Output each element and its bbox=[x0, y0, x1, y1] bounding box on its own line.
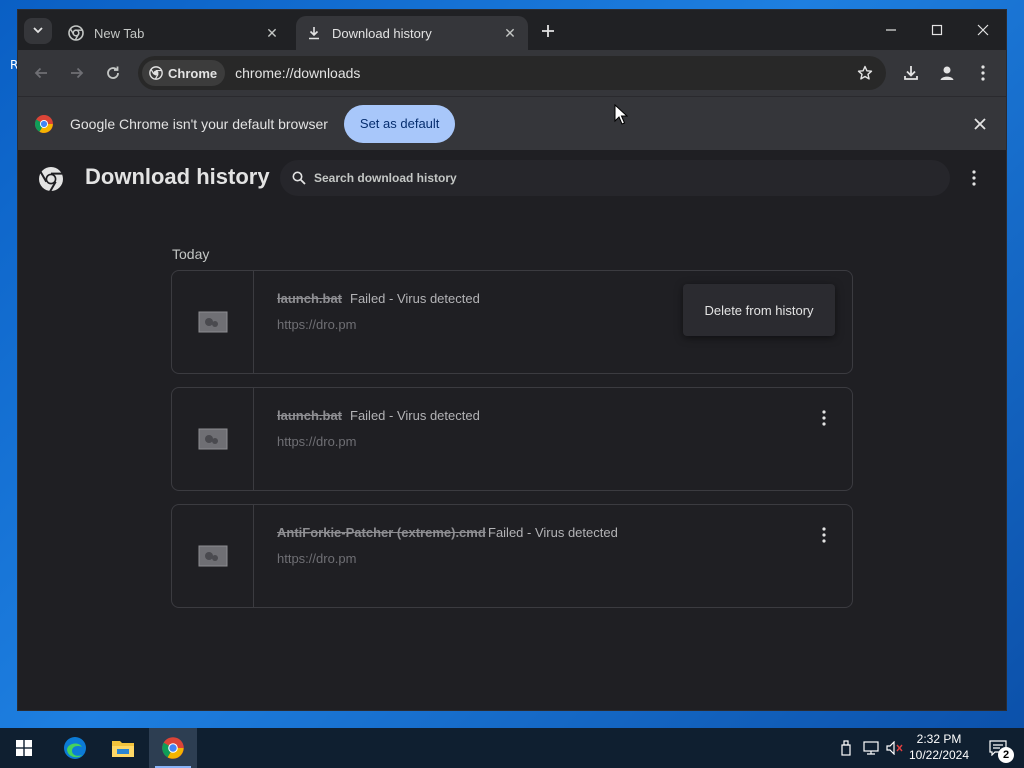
downloads-button[interactable] bbox=[896, 58, 926, 88]
file-thumbnail bbox=[172, 505, 254, 607]
download-source-url[interactable]: https://dro.pm bbox=[277, 317, 356, 332]
search-input[interactable] bbox=[314, 171, 914, 185]
context-menu: Delete from history bbox=[683, 284, 835, 336]
more-vert-icon bbox=[822, 527, 826, 543]
search-icon bbox=[290, 169, 308, 187]
download-status: Failed - Virus detected bbox=[350, 291, 480, 306]
default-browser-infobar: Google Chrome isn't your default browser… bbox=[18, 96, 1006, 150]
download-source-url[interactable]: https://dro.pm bbox=[277, 551, 356, 566]
generic-file-icon bbox=[198, 311, 227, 333]
close-icon bbox=[977, 24, 989, 36]
generic-file-icon bbox=[198, 428, 227, 450]
file-thumbnail bbox=[172, 388, 254, 490]
maximize-icon bbox=[931, 24, 943, 36]
search-bar[interactable] bbox=[280, 160, 950, 196]
folder-icon bbox=[112, 741, 134, 757]
close-window-button[interactable] bbox=[960, 10, 1006, 50]
tab-strip: New Tab ✕ Download history ✕ bbox=[18, 10, 1006, 50]
download-source-url[interactable]: https://dro.pm bbox=[277, 434, 356, 449]
volume-muted-tray-icon[interactable] bbox=[884, 728, 906, 768]
download-item: AntiForkie-Patcher (extreme).cmd Failed … bbox=[171, 504, 853, 608]
taskbar-clock[interactable]: 2:32 PM 10/22/2024 bbox=[904, 731, 974, 763]
delete-from-history-menu-item[interactable]: Delete from history bbox=[704, 303, 813, 318]
chip-label: Chrome bbox=[168, 65, 218, 81]
download-more-button[interactable] bbox=[814, 406, 834, 430]
download-status: Failed - Virus detected bbox=[350, 408, 480, 423]
usb-device-tray-icon[interactable] bbox=[836, 728, 856, 768]
start-button[interactable] bbox=[0, 728, 48, 768]
chrome-logo-icon bbox=[39, 167, 63, 192]
tab-new-tab[interactable]: New Tab ✕ bbox=[58, 16, 290, 50]
minimize-button[interactable] bbox=[868, 10, 914, 50]
close-infobar-icon[interactable] bbox=[970, 114, 990, 134]
profile-avatar-icon bbox=[940, 66, 954, 80]
bookmark-star-icon[interactable] bbox=[850, 58, 880, 88]
page-header: Download history bbox=[18, 150, 1006, 206]
download-filename[interactable]: launch.bat bbox=[277, 291, 342, 306]
chrome-logo-icon bbox=[148, 65, 164, 81]
download-filename[interactable]: AntiForkie-Patcher (extreme).cmd bbox=[277, 525, 486, 540]
minimize-icon bbox=[886, 29, 896, 31]
chevron-down-icon bbox=[32, 24, 44, 39]
google-chrome-logo-icon bbox=[162, 737, 184, 759]
clock-date: 10/22/2024 bbox=[908, 748, 970, 762]
reload-button[interactable] bbox=[98, 58, 128, 88]
date-section-label: Today bbox=[172, 246, 210, 262]
page-title: Download history bbox=[85, 164, 270, 189]
site-info-chip[interactable]: Chrome bbox=[142, 60, 226, 86]
browser-window: New Tab ✕ Download history ✕ Chrome chro… bbox=[18, 10, 1006, 710]
address-bar[interactable]: Chrome chrome://downloads bbox=[138, 56, 886, 90]
browser-toolbar: Chrome chrome://downloads bbox=[18, 50, 1006, 96]
back-button[interactable] bbox=[26, 58, 56, 88]
set-as-default-button[interactable]: Set as default bbox=[343, 104, 456, 143]
tab-title: New Tab bbox=[94, 25, 145, 41]
chrome-menu-button[interactable] bbox=[968, 58, 998, 88]
plus-icon bbox=[541, 21, 555, 44]
url-text[interactable]: chrome://downloads bbox=[235, 65, 850, 81]
more-vert-icon bbox=[972, 170, 976, 186]
chrome-favicon-icon bbox=[68, 25, 84, 41]
download-favicon-icon bbox=[306, 25, 322, 41]
close-tab-icon[interactable]: ✕ bbox=[262, 23, 282, 43]
download-filename[interactable]: launch.bat bbox=[277, 408, 342, 423]
tab-search-button[interactable] bbox=[24, 18, 52, 44]
mouse-cursor-icon bbox=[614, 104, 628, 125]
network-tray-icon[interactable] bbox=[860, 728, 882, 768]
reload-icon bbox=[107, 66, 119, 79]
forward-button[interactable] bbox=[62, 58, 92, 88]
more-vert-icon bbox=[822, 410, 826, 426]
more-vert-icon bbox=[981, 65, 985, 81]
page-more-button[interactable] bbox=[964, 164, 984, 192]
download-icon bbox=[904, 66, 918, 80]
download-more-button[interactable] bbox=[814, 523, 834, 547]
maximize-button[interactable] bbox=[914, 10, 960, 50]
tab-title: Download history bbox=[332, 25, 432, 41]
clock-time: 2:32 PM bbox=[916, 732, 962, 746]
action-center-button[interactable]: 2 bbox=[980, 728, 1016, 768]
downloads-page: Download history Today launch.bat Failed… bbox=[18, 150, 1006, 710]
profile-button[interactable] bbox=[932, 58, 962, 88]
taskbar-file-explorer[interactable] bbox=[99, 728, 147, 768]
arrow-left-icon bbox=[34, 67, 47, 79]
edge-browser-icon bbox=[64, 737, 86, 759]
infobar-message: Google Chrome isn't your default browser bbox=[70, 115, 328, 132]
new-tab-button[interactable] bbox=[536, 20, 560, 44]
taskbar: 2:32 PM 10/22/2024 2 bbox=[0, 728, 1024, 768]
download-item: launch.bat Failed - Virus detected https… bbox=[171, 387, 853, 491]
close-tab-icon[interactable]: ✕ bbox=[500, 23, 520, 43]
file-thumbnail bbox=[172, 271, 254, 373]
arrow-right-icon bbox=[71, 67, 84, 79]
windows-logo-icon bbox=[16, 740, 32, 756]
tab-download-history[interactable]: Download history ✕ bbox=[296, 16, 528, 50]
generic-file-icon bbox=[198, 545, 227, 567]
taskbar-edge[interactable] bbox=[51, 728, 99, 768]
download-status: Failed - Virus detected bbox=[488, 525, 618, 540]
google-chrome-logo-icon bbox=[34, 114, 53, 133]
taskbar-chrome[interactable] bbox=[149, 728, 197, 768]
notification-count-badge: 2 bbox=[998, 747, 1014, 763]
